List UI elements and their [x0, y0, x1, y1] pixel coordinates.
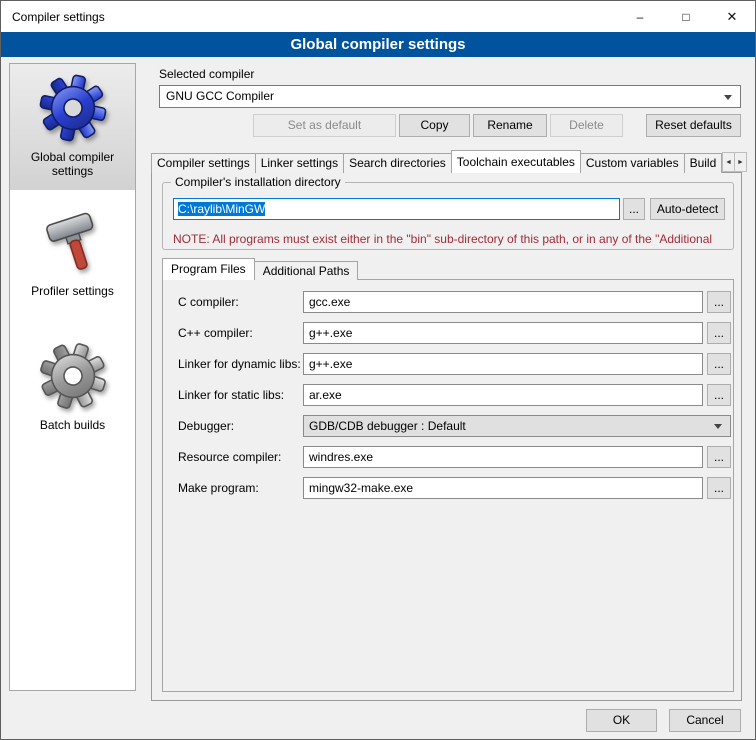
tab-build[interactable]: Build — [684, 153, 723, 173]
reset-defaults-button[interactable]: Reset defaults — [646, 114, 741, 137]
cpp-compiler-label: C++ compiler: — [178, 322, 303, 344]
global-compiler-settings-icon — [37, 72, 109, 144]
sidebar-item-batch-builds[interactable]: Batch builds — [10, 332, 135, 458]
c-compiler-browse-button[interactable]: ... — [707, 291, 731, 313]
tab-compiler-settings[interactable]: Compiler settings — [151, 153, 256, 173]
linker-dynamic-browse-button[interactable]: ... — [707, 353, 731, 375]
linker-static-browse-button[interactable]: ... — [707, 384, 731, 406]
make-program-label: Make program: — [178, 477, 303, 499]
bin-subdirectory-note: NOTE: All programs must exist either in … — [173, 232, 742, 246]
tab-toolchain-executables[interactable]: Toolchain executables — [451, 150, 581, 173]
close-icon: ✕ — [727, 9, 738, 25]
ok-button[interactable]: OK — [586, 709, 657, 732]
installation-directory-browse-button[interactable]: ... — [623, 198, 645, 220]
resource-compiler-browse-button[interactable]: ... — [707, 446, 731, 468]
copy-button[interactable]: Copy — [399, 114, 470, 137]
cpp-compiler-browse-button[interactable]: ... — [707, 322, 731, 344]
program-files-panel: C compiler: gcc.exe ... C++ compiler: g+… — [162, 279, 734, 692]
resource-compiler-label: Resource compiler: — [178, 446, 303, 468]
installation-directory-value: C:\raylib\MinGW — [178, 202, 265, 216]
debugger-value: GDB/CDB debugger : Default — [309, 419, 466, 433]
button-spacer — [626, 114, 646, 137]
profiler-settings-icon — [37, 206, 109, 278]
installation-directory-input[interactable]: C:\raylib\MinGW — [173, 198, 620, 220]
minimize-icon: – — [637, 10, 644, 24]
caption-buttons: – □ ✕ — [617, 1, 755, 32]
tab-linker-settings[interactable]: Linker settings — [255, 153, 344, 173]
installation-directory-group-title: Compiler's installation directory — [171, 175, 345, 189]
resource-compiler-input[interactable]: windres.exe — [303, 446, 703, 468]
c-compiler-row: C compiler: gcc.exe ... — [178, 291, 733, 313]
make-program-input[interactable]: mingw32-make.exe — [303, 477, 703, 499]
cancel-button[interactable]: Cancel — [669, 709, 741, 732]
rename-button[interactable]: Rename — [473, 114, 547, 137]
set-as-default-button[interactable]: Set as default — [253, 114, 396, 137]
categories-sidebar: Global compiler settings Pr — [9, 63, 136, 691]
window-title: Compiler settings — [1, 10, 105, 24]
linker-static-input[interactable]: ar.exe — [303, 384, 703, 406]
cpp-compiler-row: C++ compiler: g++.exe ... — [178, 322, 733, 344]
selected-compiler-label: Selected compiler — [159, 67, 254, 81]
installation-directory-groupbox: Compiler's installation directory C:\ray… — [162, 182, 734, 250]
tab-scroll-buttons: ◄ ► — [723, 152, 747, 172]
linker-dynamic-row: Linker for dynamic libs: g++.exe ... — [178, 353, 733, 375]
compiler-action-buttons: Set as default Copy Rename Delete Reset … — [253, 114, 741, 137]
maximize-button[interactable]: □ — [663, 1, 709, 32]
tab-program-files[interactable]: Program Files — [162, 258, 255, 280]
settings-tab-strip: Compiler settings Linker settings Search… — [151, 150, 723, 173]
auto-detect-button[interactable]: Auto-detect — [650, 198, 725, 220]
linker-static-label: Linker for static libs: — [178, 384, 303, 406]
make-program-row: Make program: mingw32-make.exe ... — [178, 477, 733, 499]
close-button[interactable]: ✕ — [709, 1, 755, 32]
dialog-header: Global compiler settings — [1, 32, 755, 57]
program-files-tab-strip: Program Files Additional Paths — [162, 258, 357, 280]
make-program-browse-button[interactable]: ... — [707, 477, 731, 499]
c-compiler-input[interactable]: gcc.exe — [303, 291, 703, 313]
delete-button[interactable]: Delete — [550, 114, 623, 137]
chevron-down-icon — [724, 95, 732, 100]
debugger-dropdown[interactable]: GDB/CDB debugger : Default — [303, 415, 731, 437]
debugger-label: Debugger: — [178, 415, 303, 437]
sidebar-item-label: Global compiler settings — [12, 150, 133, 178]
debugger-row: Debugger: GDB/CDB debugger : Default — [178, 415, 733, 437]
tab-search-directories[interactable]: Search directories — [343, 153, 452, 173]
minimize-button[interactable]: – — [617, 1, 663, 32]
tab-scroll-right-button[interactable]: ► — [734, 152, 747, 172]
installation-directory-row: C:\raylib\MinGW ... Auto-detect — [173, 198, 725, 220]
batch-builds-icon — [37, 340, 109, 412]
compiler-settings-window: Compiler settings – □ ✕ Global compiler … — [0, 0, 756, 740]
linker-dynamic-label: Linker for dynamic libs: — [178, 353, 303, 375]
toolchain-executables-panel: Compiler's installation directory C:\ray… — [151, 172, 742, 701]
tab-additional-paths[interactable]: Additional Paths — [254, 261, 359, 280]
sidebar-item-global-compiler-settings[interactable]: Global compiler settings — [10, 64, 135, 190]
linker-static-row: Linker for static libs: ar.exe ... — [178, 384, 733, 406]
title-bar[interactable]: Compiler settings – □ ✕ — [1, 1, 755, 32]
c-compiler-label: C compiler: — [178, 291, 303, 313]
maximize-icon: □ — [682, 10, 689, 24]
resource-compiler-row: Resource compiler: windres.exe ... — [178, 446, 733, 468]
linker-dynamic-input[interactable]: g++.exe — [303, 353, 703, 375]
tab-custom-variables[interactable]: Custom variables — [580, 153, 685, 173]
selected-compiler-value: GNU GCC Compiler — [166, 89, 274, 103]
selected-compiler-dropdown[interactable]: GNU GCC Compiler — [159, 85, 741, 108]
sidebar-item-profiler-settings[interactable]: Profiler settings — [10, 198, 135, 324]
chevron-down-icon — [714, 424, 722, 429]
sidebar-item-label: Batch builds — [12, 418, 133, 432]
sidebar-item-label: Profiler settings — [12, 284, 133, 298]
cpp-compiler-input[interactable]: g++.exe — [303, 322, 703, 344]
